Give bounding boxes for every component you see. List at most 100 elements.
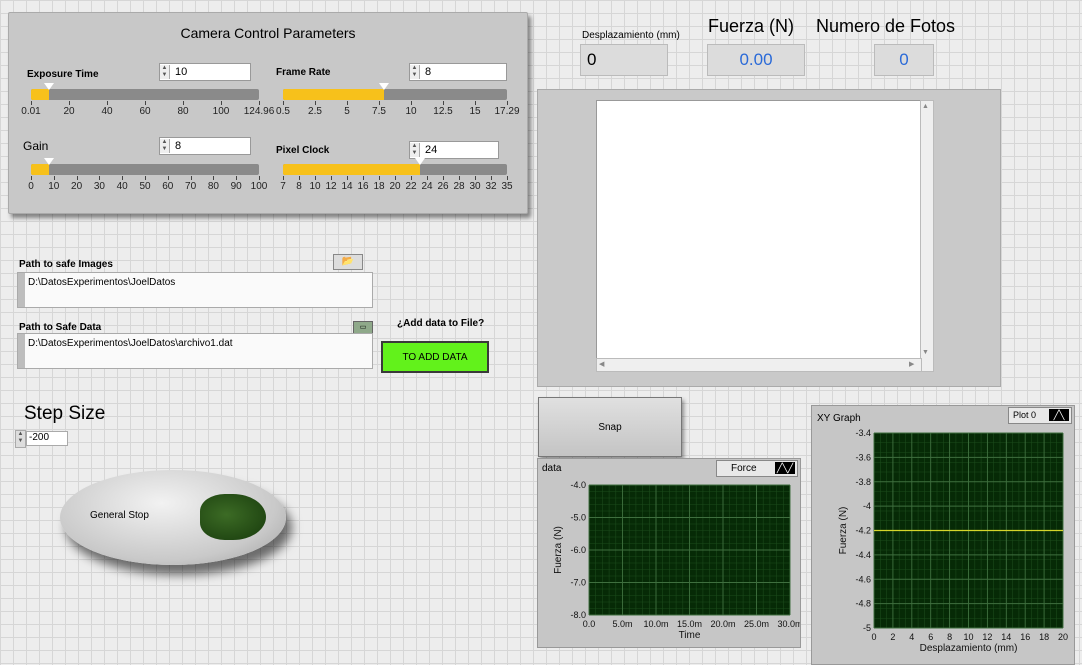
tick-mark	[315, 101, 316, 105]
frame-rate-slider[interactable]	[283, 83, 507, 100]
tick-label: 32	[485, 181, 497, 192]
gain-input[interactable]: ▲ ▼ 8	[159, 137, 251, 155]
tick-label: 40	[116, 181, 128, 192]
gain-slider[interactable]	[31, 158, 259, 175]
spin-arrows-icon[interactable]: ▲ ▼	[410, 65, 420, 79]
x-tick-label: 5.0m	[612, 619, 632, 629]
tick-mark	[347, 101, 348, 105]
tick-label: 50	[139, 181, 151, 192]
exposure-time-input[interactable]: ▲ ▼ 10	[159, 63, 251, 81]
scroll-right-icon[interactable]: ▶	[909, 360, 914, 368]
tick-label: 70	[185, 181, 197, 192]
slider-thumb[interactable]	[378, 83, 389, 90]
tick-label: 0.5	[276, 106, 290, 117]
browse-folder-icon[interactable]: 📂	[333, 254, 363, 270]
x-tick-label: 0.0	[583, 619, 596, 629]
scroll-up-icon[interactable]: ▲	[922, 103, 929, 110]
path-images-field[interactable]: D:\DatosExperimentos\JoelDatos	[17, 272, 373, 308]
chart-legend[interactable]: Plot 0 ╱╲	[1008, 407, 1072, 424]
tick-mark	[183, 101, 184, 105]
tick-label: 40	[101, 106, 113, 117]
frame-rate-label: Frame Rate	[276, 67, 331, 78]
y-tick-label: -5	[863, 623, 871, 633]
scroll-down-icon[interactable]: ▼	[922, 349, 929, 356]
add-data-label: ¿Add data to File?	[397, 318, 485, 329]
tick-mark	[259, 101, 260, 105]
data-chart-svg: 0.0 5.0m 10.0m 15.0m 20.0m 25.0m 30.0m -4.0 -5.0…	[553, 480, 800, 641]
step-size-input[interactable]: -200	[26, 431, 68, 446]
legend-label: Force	[731, 463, 757, 474]
image-display-frame: ▲ ▼ ◀ ▶	[537, 89, 1001, 387]
image-vertical-scrollbar[interactable]: ▲ ▼	[920, 100, 934, 372]
tick-mark	[107, 101, 108, 105]
y-tick-label: -4	[863, 501, 871, 511]
data-waveform-chart: data Force ╱╲╱ 0.0 5.0m 10.0m 15.0m 20.0m 25.…	[537, 458, 801, 648]
spin-arrows-icon[interactable]: ▲ ▼	[160, 139, 170, 153]
slider-thumb[interactable]	[44, 83, 55, 90]
fuerza-value: 0.00	[739, 50, 773, 69]
tick-label: 12.5	[433, 106, 453, 117]
tick-label: 20	[63, 106, 75, 117]
exposure-time-scale: 0.01 20 40 60 80 100 124.96	[21, 101, 274, 121]
tick-mark	[145, 101, 146, 105]
x-tick-label: 2	[890, 632, 895, 642]
tick-mark	[331, 176, 332, 180]
tick-label: 7.5	[372, 106, 386, 117]
tick-label: 14	[341, 181, 353, 192]
tick-label: 20	[389, 181, 401, 192]
tick-label: 124.96	[243, 106, 275, 117]
tick-mark	[236, 176, 238, 180]
tick-mark	[69, 101, 70, 105]
exposure-time-slider[interactable]	[31, 83, 259, 100]
pixel-clock-slider[interactable]	[283, 158, 507, 175]
tick-label: 0	[28, 181, 34, 192]
general-stop-label: General Stop	[90, 510, 149, 521]
tick-mark	[53, 176, 55, 180]
image-horizontal-scrollbar[interactable]: ◀ ▶	[596, 358, 922, 372]
y-tick-label: -4.0	[570, 480, 586, 490]
tick-label: 30	[469, 181, 481, 192]
spin-arrows-icon[interactable]: ▲ ▼	[160, 65, 170, 79]
x-tick-label: 15.0m	[677, 619, 702, 629]
tick-label: 60	[139, 106, 151, 117]
tick-label: 7	[280, 181, 286, 192]
tick-label: 60	[162, 181, 174, 192]
tick-mark	[395, 176, 396, 180]
tick-mark	[299, 176, 300, 180]
tick-mark	[475, 176, 476, 180]
path-data-field[interactable]: D:\DatosExperimentos\JoelDatos\archivo1.…	[17, 333, 373, 369]
numero-fotos-value: 0	[899, 50, 909, 69]
general-stop-button[interactable]: General Stop	[60, 470, 286, 565]
scroll-left-icon[interactable]: ◀	[599, 360, 604, 368]
chart-legend[interactable]: Force ╱╲╱	[716, 460, 798, 477]
path-data-label: Path to Safe Data	[19, 322, 102, 333]
x-tick-label: 8	[947, 632, 952, 642]
y-tick-label: -5.0	[570, 513, 586, 523]
slider-thumb[interactable]	[44, 158, 55, 165]
add-data-button[interactable]: TO ADD DATA	[381, 341, 489, 373]
snap-button[interactable]: Snap	[538, 397, 682, 457]
image-display[interactable]	[596, 100, 922, 372]
tick-label: 8	[296, 181, 302, 192]
spin-arrows-icon[interactable]: ▲ ▼	[410, 143, 420, 157]
frame-rate-input[interactable]: ▲ ▼ 8	[409, 63, 507, 81]
legend-plot-icon: ╱╲╱	[775, 462, 795, 474]
pixel-clock-value: 24	[425, 144, 438, 156]
x-tick-label: 20.0m	[710, 619, 735, 629]
tick-mark	[76, 176, 78, 180]
path-glyph	[18, 273, 25, 307]
pixel-clock-input[interactable]: ▲ ▼ 24	[409, 141, 499, 159]
y-tick-label: -4.8	[855, 599, 871, 609]
y-tick-label: -4.2	[855, 526, 871, 536]
x-tick-label: 6	[928, 632, 933, 642]
xy-graph: XY Graph Plot 0 ╱╲ 0 2 4 6 8 10 12 14 16 18 20 -3.4…	[811, 405, 1075, 665]
tick-mark	[213, 176, 215, 180]
step-spin-icon[interactable]: ▲ ▼	[15, 430, 26, 448]
x-tick-label: 16	[1020, 632, 1030, 642]
gain-label: Gain	[23, 139, 49, 153]
slider-thumb[interactable]	[414, 158, 425, 165]
tick-label: 100	[212, 106, 230, 117]
tick-mark	[315, 176, 316, 180]
tick-mark	[379, 101, 380, 105]
path-glyph	[18, 334, 25, 368]
